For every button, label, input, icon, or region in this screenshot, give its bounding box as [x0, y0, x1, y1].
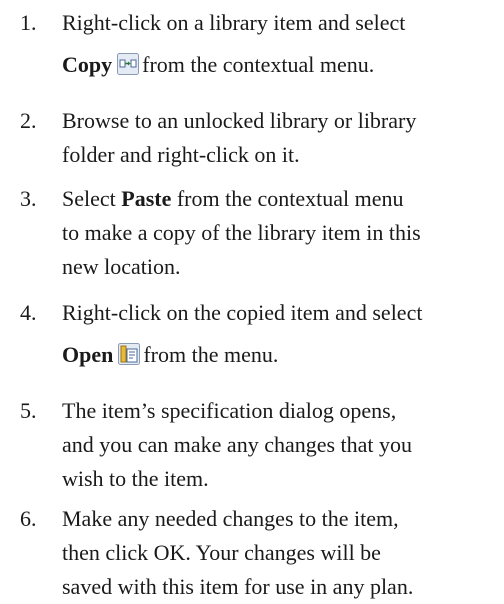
step-text: Select Paste from the contextual menu to… [62, 182, 500, 284]
step-number: 4. [20, 300, 37, 325]
step-line: saved with this item for use in any plan… [62, 574, 414, 599]
step-number: 2. [20, 108, 37, 133]
step-number: 5. [20, 398, 37, 423]
step-line-pre: Select [62, 186, 122, 211]
step-text: Make any needed changes to the item, the… [62, 502, 500, 604]
copy-command-label: Copy [62, 52, 113, 77]
step-line: Right-click on the copied item and selec… [62, 300, 423, 325]
open-command-label: Open [62, 342, 114, 367]
step-line: Make any needed changes to the item, [62, 506, 399, 531]
step-line: then click OK. Your changes will be [62, 540, 381, 565]
step-line: and you can make any changes that you [62, 432, 413, 457]
step-line: Select Paste from the contextual menu [62, 182, 500, 216]
step-text: Right-click on the copied item and selec… [62, 296, 500, 380]
step-number: 3. [20, 186, 37, 211]
step-text: Browse to an unlocked library or library… [62, 104, 500, 172]
step-line-rest: from the contextual menu [171, 186, 404, 211]
open-icon [118, 343, 141, 365]
step-line-rest: from the menu. [143, 342, 279, 367]
step-line: folder and right-click on it. [62, 142, 300, 167]
step-number: 1. [20, 10, 37, 35]
paste-command-label: Paste [121, 186, 172, 211]
step-line: to make a copy of the library item in th… [62, 220, 421, 245]
step-line: new location. [62, 254, 181, 279]
step-line: wish to the item. [62, 466, 209, 491]
step-line: Open from the menu. [62, 330, 500, 380]
step-line: Browse to an unlocked library or library [62, 108, 417, 133]
copy-icon [117, 53, 140, 75]
step-number: 6. [20, 506, 37, 531]
step-line: Right-click on a library item and select [62, 10, 406, 35]
step-line-rest: from the contextual menu. [142, 52, 375, 77]
step-line: Copy from the contextual menu. [62, 40, 500, 90]
step-text: The item’s specification dialog opens, a… [62, 394, 500, 496]
step-line: The item’s specification dialog opens, [62, 398, 397, 423]
step-text: Right-click on a library item and select… [62, 6, 500, 90]
